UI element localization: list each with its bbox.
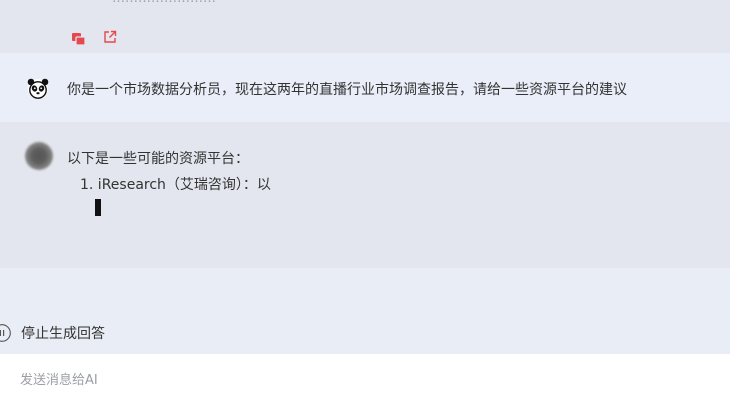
stop-generating-label: 停止生成回答 (21, 326, 105, 342)
user-message: 你是一个市场数据分析员，现在这两年的直播行业市场调查报告，请给一些资源平台的建议 (0, 53, 730, 122)
ai-answer-panel: 以下是一些可能的资源平台： 1. iResearch（艾瑞咨询）：以 (0, 122, 730, 268)
pause-icon (0, 323, 12, 343)
ai-avatar-icon (25, 142, 53, 170)
ai-answer-list-item: 1. iResearch（艾瑞咨询）：以 (80, 177, 271, 193)
previous-answer-panel: …………………… (0, 0, 730, 53)
share-icon[interactable] (103, 29, 117, 43)
copy-icon[interactable] (72, 30, 86, 46)
user-message-text: 你是一个市场数据分析员，现在这两年的直播行业市场调查报告，请给一些资源平台的建议 (67, 82, 627, 98)
ai-answer-intro: 以下是一些可能的资源平台： (67, 151, 249, 167)
panda-avatar-icon (27, 78, 49, 100)
typing-cursor (95, 199, 101, 216)
previous-answer-text: …………………… (112, 0, 216, 5)
message-input[interactable] (20, 366, 710, 394)
stop-generating-button[interactable]: 停止生成回答 (0, 322, 105, 344)
composer (0, 354, 730, 403)
